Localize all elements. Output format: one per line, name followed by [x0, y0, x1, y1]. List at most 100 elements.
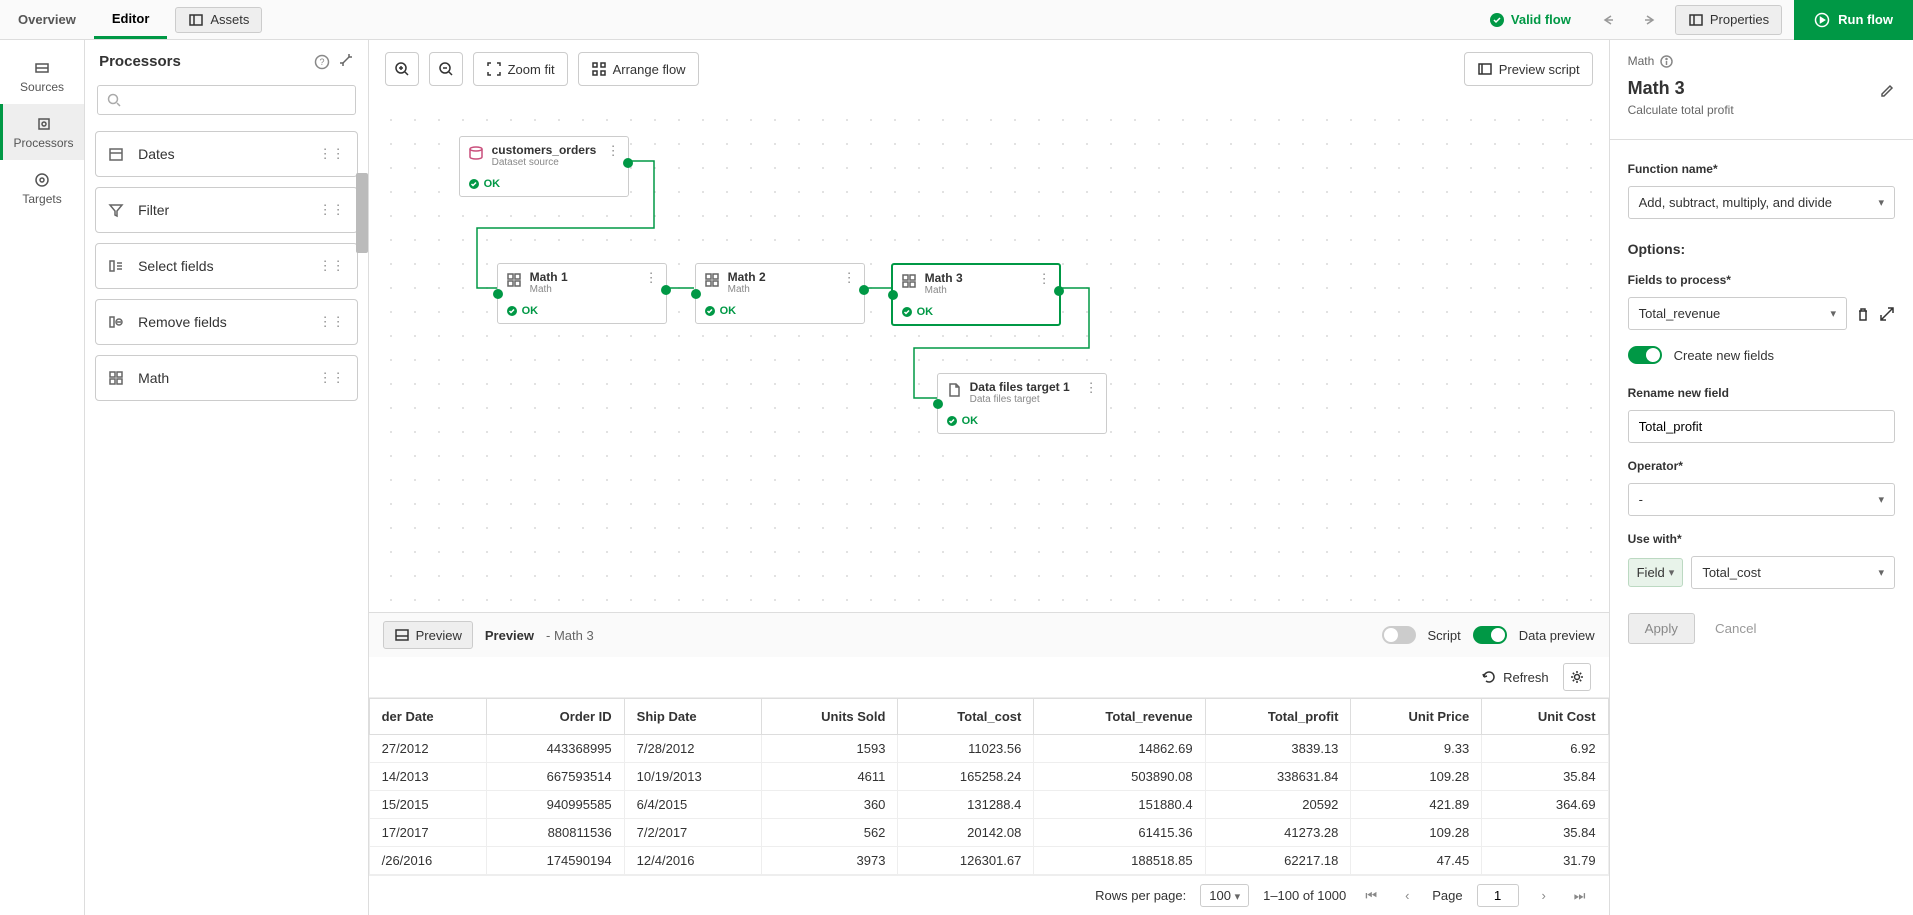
table-cell: 7/2/2017: [624, 819, 761, 847]
tab-editor[interactable]: Editor: [94, 0, 168, 39]
prev-page-button[interactable]: ‹: [1396, 885, 1418, 907]
node-menu-icon[interactable]: ⋮: [1038, 271, 1051, 287]
zoom-fit-button[interactable]: Zoom fit: [473, 52, 568, 86]
table-row[interactable]: 27/20124433689957/28/2012159311023.56148…: [369, 735, 1608, 763]
node-menu-icon[interactable]: ⋮: [607, 143, 620, 159]
page-input[interactable]: [1477, 884, 1519, 907]
drag-handle-icon[interactable]: ⋮⋮: [319, 146, 345, 162]
table-cell: 61415.36: [1034, 819, 1205, 847]
run-flow-button[interactable]: Run flow: [1794, 0, 1913, 40]
refresh-button[interactable]: Refresh: [1481, 669, 1549, 685]
table-row[interactable]: /26/201617459019412/4/20163973126301.671…: [369, 847, 1608, 875]
drag-handle-icon[interactable]: ⋮⋮: [319, 370, 345, 386]
preview-button[interactable]: Preview: [383, 621, 473, 649]
redo-button[interactable]: [1635, 6, 1663, 34]
table-row[interactable]: 14/201366759351410/19/20134611165258.245…: [369, 763, 1608, 791]
drag-handle-icon[interactable]: ⋮⋮: [319, 258, 345, 274]
left-tab-processors[interactable]: Processors: [0, 104, 84, 160]
fields-to-process-select[interactable]: Total_revenue▾: [1628, 297, 1847, 330]
table-row[interactable]: 15/20159409955856/4/2015360131288.415188…: [369, 791, 1608, 819]
arrange-flow-button[interactable]: Arrange flow: [578, 52, 699, 86]
table-cell: 940995585: [487, 791, 624, 819]
drag-handle-icon[interactable]: ⋮⋮: [319, 202, 345, 218]
processor-search[interactable]: [97, 85, 356, 115]
use-with-value-select[interactable]: Total_cost▾: [1691, 556, 1895, 589]
operator-select[interactable]: -▾: [1628, 483, 1895, 516]
node-math-1[interactable]: Math 1Math ⋮ OK: [497, 263, 667, 324]
data-preview-toggle-label: Data preview: [1519, 628, 1595, 643]
column-header[interactable]: Unit Cost: [1482, 699, 1608, 735]
node-math-3[interactable]: Math 3Math ⋮ OK: [891, 263, 1061, 326]
zoom-in-button[interactable]: [385, 52, 419, 86]
column-header[interactable]: Total_profit: [1205, 699, 1351, 735]
use-with-type-select[interactable]: Field ▾: [1628, 558, 1684, 587]
column-header[interactable]: Ship Date: [624, 699, 761, 735]
table-cell: /26/2016: [369, 847, 487, 875]
processor-search-input[interactable]: [128, 93, 347, 108]
node-menu-icon[interactable]: ⋮: [1085, 380, 1098, 396]
node-data-files-target[interactable]: Data files target 1Data files target ⋮ O…: [937, 373, 1107, 434]
processors-title: Processors: [99, 53, 181, 70]
left-nav: Sources Processors Targets: [0, 40, 85, 915]
table-cell: 9.33: [1351, 735, 1482, 763]
script-toggle[interactable]: [1382, 626, 1416, 644]
column-header[interactable]: Total_cost: [898, 699, 1034, 735]
collapse-panel-icon[interactable]: [338, 52, 354, 71]
first-page-button[interactable]: ⏮: [1360, 885, 1382, 907]
function-name-select[interactable]: Add, subtract, multiply, and divide▾: [1628, 186, 1895, 219]
create-new-fields-toggle[interactable]: [1628, 346, 1662, 364]
table-cell: 27/2012: [369, 735, 487, 763]
data-table-scroll[interactable]: der DateOrder IDShip DateUnits SoldTotal…: [369, 697, 1609, 875]
assets-icon: [188, 12, 204, 28]
trash-icon[interactable]: [1855, 306, 1871, 322]
help-icon[interactable]: ?: [314, 54, 330, 70]
column-header[interactable]: Unit Price: [1351, 699, 1482, 735]
assets-button[interactable]: Assets: [175, 7, 262, 33]
rows-per-page-select[interactable]: 100 ▾: [1200, 884, 1249, 907]
column-header[interactable]: Order ID: [487, 699, 624, 735]
cancel-button[interactable]: Cancel: [1711, 613, 1761, 644]
properties-button[interactable]: Properties: [1675, 5, 1782, 35]
apply-button[interactable]: Apply: [1628, 613, 1695, 644]
flow-canvas[interactable]: customers_orders Dataset source ⋮ OK Mat…: [369, 98, 1609, 612]
node-menu-icon[interactable]: ⋮: [843, 270, 856, 286]
table-cell: 6.92: [1482, 735, 1608, 763]
table-cell: 188518.85: [1034, 847, 1205, 875]
left-tab-sources[interactable]: Sources: [0, 48, 84, 104]
processor-item-select-fields[interactable]: Select fields ⋮⋮: [95, 243, 358, 289]
file-icon: [946, 382, 962, 398]
column-header[interactable]: Units Sold: [762, 699, 898, 735]
pager: Rows per page: 100 ▾ 1–100 of 1000 ⏮ ‹ P…: [369, 875, 1609, 915]
preview-script-button[interactable]: Preview script: [1464, 52, 1593, 86]
create-new-fields-label: Create new fields: [1674, 348, 1774, 363]
node-menu-icon[interactable]: ⋮: [645, 270, 658, 286]
table-cell: 1593: [762, 735, 898, 763]
edit-icon[interactable]: [1879, 81, 1895, 97]
table-cell: 126301.67: [898, 847, 1034, 875]
database-icon: [468, 145, 484, 161]
drag-handle-icon[interactable]: ⋮⋮: [319, 314, 345, 330]
processor-item-math[interactable]: Math ⋮⋮: [95, 355, 358, 401]
tab-overview[interactable]: Overview: [0, 0, 94, 39]
rename-new-field-input[interactable]: [1628, 410, 1895, 443]
next-page-button[interactable]: ›: [1533, 885, 1555, 907]
node-math-2[interactable]: Math 2Math ⋮ OK: [695, 263, 865, 324]
column-header[interactable]: der Date: [369, 699, 487, 735]
data-preview-toggle[interactable]: [1473, 626, 1507, 644]
info-icon[interactable]: [1660, 55, 1673, 68]
last-page-button[interactable]: ⏭: [1569, 885, 1591, 907]
processor-scrollbar[interactable]: [356, 125, 368, 915]
table-row[interactable]: 17/20178808115367/2/201756220142.0861415…: [369, 819, 1608, 847]
processor-item-filter[interactable]: Filter ⋮⋮: [95, 187, 358, 233]
left-tab-targets[interactable]: Targets: [0, 160, 84, 216]
node-dataset-source[interactable]: customers_orders Dataset source ⋮ OK: [459, 136, 629, 197]
expand-icon[interactable]: [1879, 306, 1895, 322]
table-settings-button[interactable]: [1563, 663, 1591, 691]
table-cell: 14862.69: [1034, 735, 1205, 763]
processor-item-dates[interactable]: Dates ⋮⋮: [95, 131, 358, 177]
processor-item-remove-fields[interactable]: Remove fields ⋮⋮: [95, 299, 358, 345]
column-header[interactable]: Total_revenue: [1034, 699, 1205, 735]
zoom-out-button[interactable]: [429, 52, 463, 86]
check-circle-icon: [506, 305, 518, 317]
undo-button[interactable]: [1595, 6, 1623, 34]
